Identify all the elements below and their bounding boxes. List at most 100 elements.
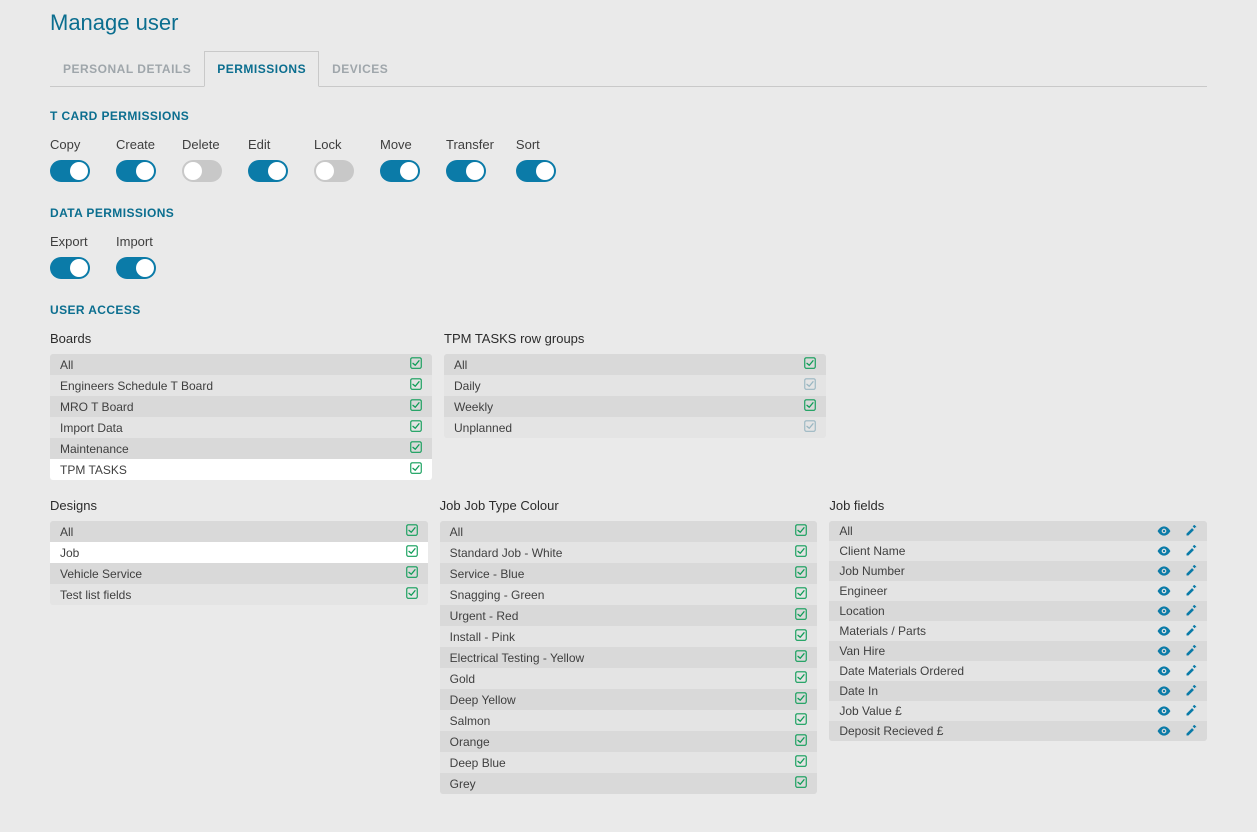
toggle-edit[interactable]: [248, 160, 288, 182]
pencil-icon[interactable]: [1185, 545, 1197, 557]
list-item[interactable]: Maintenance: [50, 438, 432, 459]
checkbox-icon[interactable]: [795, 608, 807, 623]
checkbox-icon[interactable]: [410, 378, 422, 393]
tab-permissions[interactable]: PERMISSIONS: [204, 51, 319, 87]
list-item[interactable]: Deposit Recieved £: [829, 721, 1207, 741]
list-item[interactable]: Client Name: [829, 541, 1207, 561]
pencil-icon[interactable]: [1185, 645, 1197, 657]
checkbox-icon[interactable]: [795, 713, 807, 728]
toggle-move[interactable]: [380, 160, 420, 182]
checkbox-icon[interactable]: [795, 734, 807, 749]
checkbox-icon[interactable]: [406, 587, 418, 602]
pencil-icon[interactable]: [1185, 705, 1197, 717]
checkbox-icon[interactable]: [804, 357, 816, 372]
list-item[interactable]: Deep Blue: [440, 752, 818, 773]
list-item[interactable]: Job Number: [829, 561, 1207, 581]
eye-icon[interactable]: [1157, 605, 1171, 617]
eye-icon[interactable]: [1157, 625, 1171, 637]
checkbox-icon[interactable]: [410, 357, 422, 372]
toggle-copy[interactable]: [50, 160, 90, 182]
checkbox-icon[interactable]: [406, 524, 418, 539]
list-item[interactable]: Urgent - Red: [440, 605, 818, 626]
list-item[interactable]: Install - Pink: [440, 626, 818, 647]
list-item[interactable]: Import Data: [50, 417, 432, 438]
pencil-icon[interactable]: [1185, 605, 1197, 617]
list-item[interactable]: Materials / Parts: [829, 621, 1207, 641]
list-item[interactable]: All: [829, 521, 1207, 541]
list-item[interactable]: Grey: [440, 773, 818, 794]
pencil-icon[interactable]: [1185, 525, 1197, 537]
pencil-icon[interactable]: [1185, 585, 1197, 597]
eye-icon[interactable]: [1157, 665, 1171, 677]
toggle-import[interactable]: [116, 257, 156, 279]
list-item[interactable]: Snagging - Green: [440, 584, 818, 605]
eye-icon[interactable]: [1157, 525, 1171, 537]
eye-icon[interactable]: [1157, 645, 1171, 657]
checkbox-icon[interactable]: [795, 587, 807, 602]
list-item[interactable]: Job Value £: [829, 701, 1207, 721]
tab-devices[interactable]: DEVICES: [319, 51, 401, 87]
checkbox-icon[interactable]: [795, 566, 807, 581]
pencil-icon[interactable]: [1185, 665, 1197, 677]
toggle-export[interactable]: [50, 257, 90, 279]
list-item[interactable]: Engineers Schedule T Board: [50, 375, 432, 396]
checkbox-icon[interactable]: [410, 462, 422, 477]
list-item[interactable]: Engineer: [829, 581, 1207, 601]
list-item[interactable]: Salmon: [440, 710, 818, 731]
eye-icon[interactable]: [1157, 725, 1171, 737]
checkbox-icon[interactable]: [410, 441, 422, 456]
checkbox-icon[interactable]: [795, 629, 807, 644]
list-item[interactable]: Unplanned: [444, 417, 826, 438]
checkbox-icon[interactable]: [795, 524, 807, 539]
eye-icon[interactable]: [1157, 705, 1171, 717]
list-item[interactable]: Test list fields: [50, 584, 428, 605]
list-item[interactable]: All: [50, 354, 432, 375]
pencil-icon[interactable]: [1185, 685, 1197, 697]
eye-icon[interactable]: [1157, 565, 1171, 577]
list-item[interactable]: Service - Blue: [440, 563, 818, 584]
eye-icon[interactable]: [1157, 545, 1171, 557]
list-item[interactable]: Gold: [440, 668, 818, 689]
pencil-icon[interactable]: [1185, 725, 1197, 737]
eye-icon[interactable]: [1157, 685, 1171, 697]
checkbox-icon[interactable]: [804, 420, 816, 435]
checkbox-icon[interactable]: [795, 755, 807, 770]
checkbox-icon[interactable]: [410, 399, 422, 414]
checkbox-icon[interactable]: [804, 378, 816, 393]
tab-personal-details[interactable]: PERSONAL DETAILS: [50, 51, 204, 87]
toggle-transfer[interactable]: [446, 160, 486, 182]
list-item[interactable]: Location: [829, 601, 1207, 621]
list-item[interactable]: Date Materials Ordered: [829, 661, 1207, 681]
checkbox-icon[interactable]: [795, 776, 807, 791]
list-item[interactable]: Electrical Testing - Yellow: [440, 647, 818, 668]
list-item[interactable]: Deep Yellow: [440, 689, 818, 710]
pencil-icon[interactable]: [1185, 565, 1197, 577]
eye-icon[interactable]: [1157, 585, 1171, 597]
list-item[interactable]: All: [444, 354, 826, 375]
toggle-sort[interactable]: [516, 160, 556, 182]
list-item[interactable]: Standard Job - White: [440, 542, 818, 563]
toggle-create[interactable]: [116, 160, 156, 182]
checkbox-icon[interactable]: [804, 399, 816, 414]
list-item[interactable]: Job: [50, 542, 428, 563]
checkbox-icon[interactable]: [795, 545, 807, 560]
list-item[interactable]: Vehicle Service: [50, 563, 428, 584]
list-item[interactable]: Daily: [444, 375, 826, 396]
list-item[interactable]: Orange: [440, 731, 818, 752]
checkbox-icon[interactable]: [795, 671, 807, 686]
checkbox-icon[interactable]: [795, 692, 807, 707]
toggle-lock[interactable]: [314, 160, 354, 182]
pencil-icon[interactable]: [1185, 625, 1197, 637]
list-item[interactable]: All: [440, 521, 818, 542]
list-item[interactable]: TPM TASKS: [50, 459, 432, 480]
list-item[interactable]: Van Hire: [829, 641, 1207, 661]
toggle-delete[interactable]: [182, 160, 222, 182]
list-item[interactable]: Weekly: [444, 396, 826, 417]
list-item[interactable]: Date In: [829, 681, 1207, 701]
checkbox-icon[interactable]: [406, 566, 418, 581]
list-item[interactable]: All: [50, 521, 428, 542]
checkbox-icon[interactable]: [410, 420, 422, 435]
checkbox-icon[interactable]: [795, 650, 807, 665]
list-item[interactable]: MRO T Board: [50, 396, 432, 417]
checkbox-icon[interactable]: [406, 545, 418, 560]
